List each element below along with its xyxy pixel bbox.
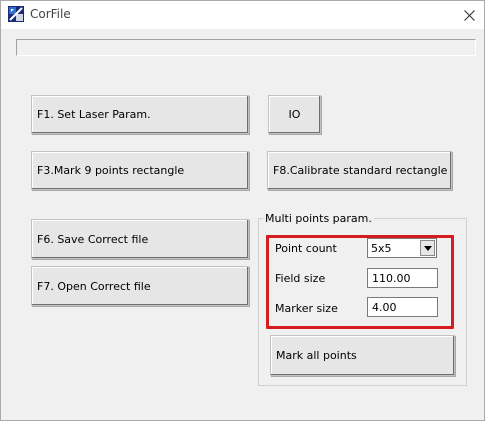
close-button[interactable] (454, 1, 484, 29)
io-button[interactable]: IO (268, 95, 321, 134)
window-title: CorFile (30, 7, 71, 21)
multi-points-title: Multi points param. (263, 212, 374, 225)
set-laser-param-button[interactable]: F1. Set Laser Param. (31, 95, 249, 134)
calibrate-rectangle-button[interactable]: F8.Calibrate standard rectangle (267, 151, 452, 190)
title-bar[interactable]: CorFile (1, 1, 484, 29)
calibrate-rectangle-label: F8.Calibrate standard rectangle (273, 164, 448, 177)
close-icon (463, 9, 475, 21)
set-laser-param-label: F1. Set Laser Param. (37, 108, 151, 121)
corfile-window: CorFile F1. Set Laser Param. IO F3.Mark … (0, 0, 485, 421)
save-correct-file-button[interactable]: F6. Save Correct file (31, 219, 249, 259)
app-icon (8, 6, 24, 22)
save-correct-file-label: F6. Save Correct file (37, 232, 149, 246)
mark-all-points-button[interactable]: Mark all points (270, 335, 455, 376)
open-correct-file-label: F7. Open Correct file (37, 279, 151, 293)
io-label: IO (288, 108, 301, 121)
mark-9-points-button[interactable]: F3.Mark 9 points rectangle (31, 151, 249, 190)
mark-9-points-label: F3.Mark 9 points rectangle (37, 164, 185, 177)
highlight-annotation (266, 235, 454, 329)
open-correct-file-button[interactable]: F7. Open Correct file (31, 266, 249, 306)
mark-all-points-label: Mark all points (276, 349, 357, 362)
status-bar (16, 39, 476, 56)
